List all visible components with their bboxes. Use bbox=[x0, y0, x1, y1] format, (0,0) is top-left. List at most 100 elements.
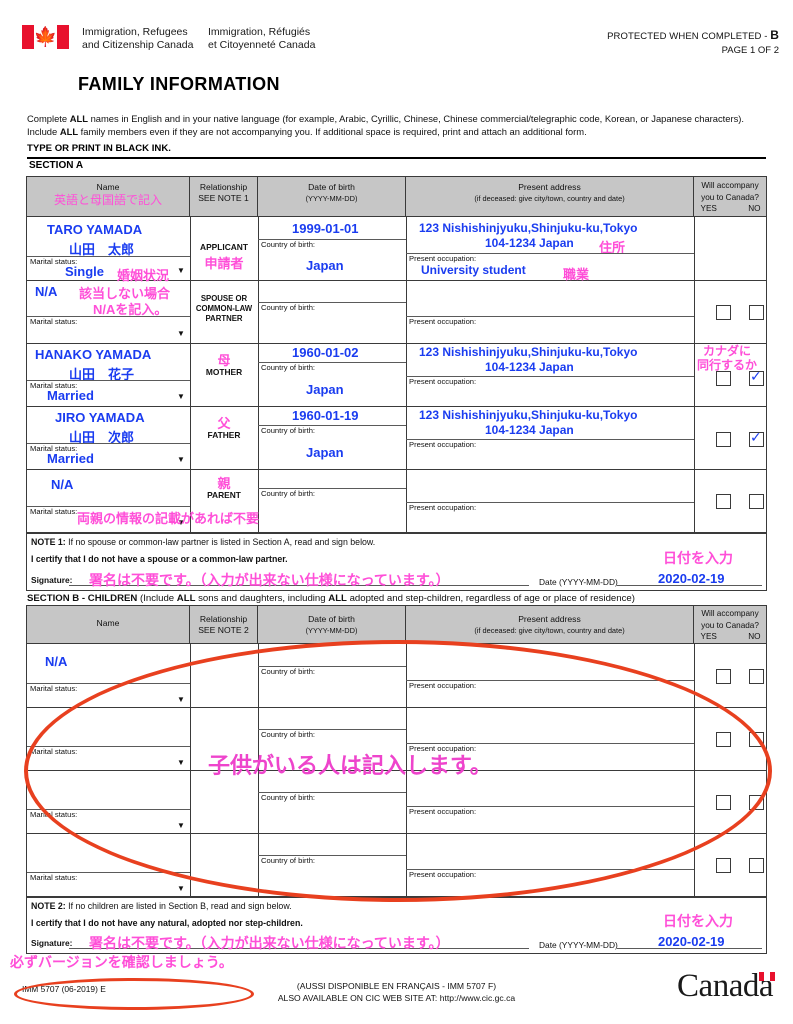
dob-value[interactable]: 1960-01-19 bbox=[292, 408, 359, 423]
date-label: Date (YYYY-MM-DD) bbox=[539, 940, 618, 950]
accompany-no-checkbox[interactable]: ✓ bbox=[749, 432, 764, 447]
chevron-down-icon[interactable]: ▼ bbox=[177, 695, 185, 704]
chevron-down-icon[interactable]: ▼ bbox=[177, 455, 185, 464]
occupation-label: Present occupation: bbox=[409, 317, 476, 326]
date-value[interactable]: 2020-02-19 bbox=[658, 934, 725, 949]
chevron-down-icon[interactable]: ▼ bbox=[177, 758, 185, 767]
country-of-birth-label: Country of birth: bbox=[261, 489, 315, 498]
accompany-no-checkbox[interactable]: ✓ bbox=[749, 371, 764, 386]
children-annotation: 子供がいる人は記入します。 bbox=[208, 748, 492, 780]
col-header-address: Present address(if deceased: give city/t… bbox=[406, 606, 694, 643]
marital-annotation: 婚姻状況 bbox=[117, 265, 169, 284]
row-rule-3 bbox=[27, 406, 766, 407]
checkmark-icon: ✓ bbox=[750, 370, 762, 383]
occupation-label: Present occupation: bbox=[409, 807, 476, 816]
accompany-no-checkbox[interactable] bbox=[749, 858, 764, 873]
note-1-certification: I certify that I do not have a spouse or… bbox=[31, 554, 288, 564]
canada-flag-icon: 🍁 bbox=[22, 25, 69, 49]
marital-status-value[interactable]: Married bbox=[47, 388, 94, 403]
relationship-label: APPLICANT bbox=[190, 242, 258, 252]
page-header: 🍁 Immigration, Refugees and Citizenship … bbox=[0, 0, 793, 100]
dob-value[interactable]: 1999-01-01 bbox=[292, 221, 359, 236]
department-name-english: Immigration, Refugees and Citizenship Ca… bbox=[82, 26, 194, 51]
country-of-birth-label: Country of birth: bbox=[261, 240, 315, 249]
col-rule-3 bbox=[406, 217, 407, 532]
accompany-yes-checkbox[interactable] bbox=[716, 669, 731, 684]
name-en-value[interactable]: TARO YAMADA bbox=[47, 222, 142, 237]
name-en-value[interactable]: JIRO YAMADA bbox=[55, 410, 145, 425]
marital-status-label: Marital status: bbox=[30, 873, 77, 882]
department-name-french: Immigration, Réfugiés et Citoyenneté Can… bbox=[208, 26, 315, 51]
occupation-label: Present occupation: bbox=[409, 377, 476, 386]
accompany-no-checkbox[interactable] bbox=[749, 732, 764, 747]
note-1-block: NOTE 1: If no spouse or common-law partn… bbox=[26, 533, 767, 591]
protected-marking: PROTECTED WHEN COMPLETED - B bbox=[607, 28, 779, 42]
accompany-yes-checkbox[interactable] bbox=[716, 732, 731, 747]
name-en-value[interactable]: N/A bbox=[51, 477, 73, 492]
relationship-label-line-1: SPOUSE OR bbox=[190, 294, 258, 304]
parent-annotation: 両親の情報の記載があれば不要 bbox=[77, 508, 259, 527]
section-a-table: Name 英語と母国語で記入 Relationship SEE NOTE 1 D… bbox=[26, 176, 767, 533]
checkmark-icon: ✓ bbox=[750, 431, 762, 444]
country-of-birth-label: Country of birth: bbox=[261, 363, 315, 372]
address-line-1[interactable]: 123 Nishishinjyuku,Shinjuku-ku,Tokyo bbox=[419, 345, 637, 359]
form-page: 🍁 Immigration, Refugees and Citizenship … bbox=[0, 0, 793, 1024]
col-header-dob: Date of birth(YYYY-MM-DD) bbox=[258, 606, 406, 643]
accompany-no-checkbox[interactable] bbox=[749, 669, 764, 684]
country-of-birth-value[interactable]: Japan bbox=[306, 445, 344, 460]
marital-status-label: Marital status: bbox=[30, 684, 77, 693]
address-line-2[interactable]: 104-1234 Japan bbox=[485, 360, 574, 374]
chevron-down-icon[interactable]: ▼ bbox=[177, 329, 185, 338]
signature-label: Signature: bbox=[31, 938, 72, 948]
address-line-2[interactable]: 104-1234 Japan bbox=[485, 236, 574, 250]
dob-value[interactable]: 1960-01-02 bbox=[292, 345, 359, 360]
relationship-annotation: 申請者 bbox=[190, 253, 258, 272]
name-en-value[interactable]: HANAKO YAMADA bbox=[35, 347, 151, 362]
country-of-birth-label: Country of birth: bbox=[261, 667, 315, 676]
date-value[interactable]: 2020-02-19 bbox=[658, 571, 725, 586]
col-header-relationship: Relationship SEE NOTE 1 bbox=[190, 177, 258, 216]
address-line-2[interactable]: 104-1234 Japan bbox=[485, 423, 574, 437]
marital-status-label: Marital status: bbox=[30, 507, 77, 516]
row-rule-1 bbox=[27, 707, 766, 708]
marital-status-label: Marital status: bbox=[30, 810, 77, 819]
accompany-yes-checkbox[interactable] bbox=[716, 795, 731, 810]
accompany-yes-checkbox[interactable] bbox=[716, 494, 731, 509]
relationship-label-line-2: COMMON-LAW bbox=[190, 304, 258, 314]
row-rule-3 bbox=[27, 833, 766, 834]
col-rule-4 bbox=[694, 217, 695, 532]
chevron-down-icon[interactable]: ▼ bbox=[177, 266, 185, 275]
col-header-name: Name bbox=[27, 606, 190, 643]
occupation-value[interactable]: University student bbox=[421, 263, 526, 277]
accompany-yes-checkbox[interactable] bbox=[716, 305, 731, 320]
address-line-1[interactable]: 123 Nishishinjyuku,Shinjuku-ku,Tokyo bbox=[419, 221, 637, 235]
name-en-value[interactable]: N/A bbox=[35, 284, 57, 299]
date-label: Date (YYYY-MM-DD) bbox=[539, 577, 618, 587]
relationship-label-line-3: PARTNER bbox=[190, 314, 258, 324]
accompany-yes-checkbox[interactable] bbox=[716, 432, 731, 447]
canada-flag-icon-small bbox=[759, 972, 775, 981]
marital-status-value[interactable]: Single bbox=[65, 264, 104, 279]
chevron-down-icon[interactable]: ▼ bbox=[177, 392, 185, 401]
occupation-label: Present occupation: bbox=[409, 254, 476, 263]
country-of-birth-value[interactable]: Japan bbox=[306, 382, 344, 397]
note-2-text: NOTE 2: If no children are listed in Sec… bbox=[31, 901, 292, 911]
name-en-value[interactable]: N/A bbox=[45, 654, 67, 669]
note-1-text: NOTE 1: If no spouse or common-law partn… bbox=[31, 537, 375, 547]
chevron-down-icon[interactable]: ▼ bbox=[177, 821, 185, 830]
accompany-no-checkbox[interactable] bbox=[749, 795, 764, 810]
marital-status-value[interactable]: Married bbox=[47, 451, 94, 466]
col-header-name: Name 英語と母国語で記入 bbox=[27, 177, 190, 216]
accompany-no-checkbox[interactable] bbox=[749, 305, 764, 320]
signature-annotation: 署名は不要です。（入力が出来ない仕様になっています。） bbox=[89, 570, 450, 590]
page-title: FAMILY INFORMATION bbox=[78, 74, 280, 95]
address-line-1[interactable]: 123 Nishishinjyuku,Shinjuku-ku,Tokyo bbox=[419, 408, 637, 422]
chevron-down-icon[interactable]: ▼ bbox=[177, 884, 185, 893]
accompany-no-checkbox[interactable] bbox=[749, 494, 764, 509]
country-of-birth-value[interactable]: Japan bbox=[306, 258, 344, 273]
occupation-label: Present occupation: bbox=[409, 870, 476, 879]
accompany-yes-checkbox[interactable] bbox=[716, 858, 731, 873]
relationship-label: FATHER bbox=[190, 430, 258, 440]
header-divider bbox=[27, 157, 766, 159]
accompany-yes-checkbox[interactable] bbox=[716, 371, 731, 386]
